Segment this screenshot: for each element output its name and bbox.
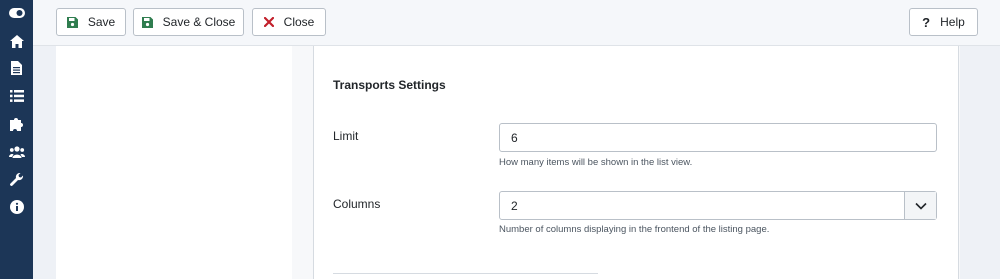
chevron-down-icon[interactable] — [904, 192, 936, 219]
wrench-icon[interactable] — [0, 169, 33, 189]
help-button[interactable]: ? Help — [909, 8, 978, 36]
columns-label: Columns — [333, 197, 381, 211]
limit-label: Limit — [333, 129, 359, 143]
file-icon[interactable] — [0, 58, 33, 78]
help-label: Help — [940, 15, 965, 29]
columns-help-text: Number of columns displaying in the fron… — [499, 224, 770, 235]
left-panel — [56, 46, 293, 279]
limit-input[interactable]: 6 — [499, 123, 937, 152]
save-close-button[interactable]: Save & Close — [133, 8, 244, 36]
puzzle-icon[interactable] — [0, 114, 33, 134]
divider — [333, 273, 598, 274]
save-icon — [141, 16, 153, 28]
save-label: Save — [87, 15, 116, 29]
question-icon: ? — [922, 14, 931, 30]
save-button[interactable]: Save — [56, 8, 126, 36]
limit-value: 6 — [511, 130, 518, 145]
close-button[interactable]: Close — [252, 8, 326, 36]
info-icon[interactable] — [0, 197, 33, 217]
save-close-label: Save & Close — [162, 15, 236, 29]
list-icon[interactable] — [0, 86, 33, 106]
sidebar — [0, 0, 33, 279]
close-label: Close — [283, 15, 315, 29]
columns-select[interactable]: 2 — [499, 191, 937, 220]
users-icon[interactable] — [0, 142, 33, 162]
limit-help-text: How many items will be shown in the list… — [499, 157, 693, 168]
home-icon[interactable] — [0, 31, 33, 51]
section-title: Transports Settings — [333, 78, 446, 92]
save-icon — [66, 16, 78, 28]
toggle-menu-icon[interactable] — [0, 3, 33, 23]
columns-value: 2 — [511, 198, 518, 213]
close-icon — [263, 17, 274, 27]
